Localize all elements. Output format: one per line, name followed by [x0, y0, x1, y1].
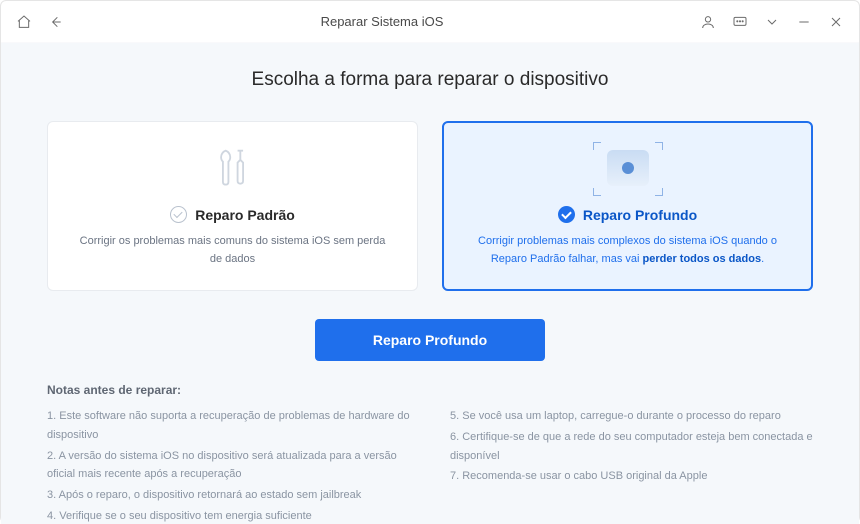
check-circle-filled-icon: [558, 206, 575, 223]
feedback-icon[interactable]: [731, 13, 749, 31]
card-deep-repair[interactable]: Reparo Profundo Corrigir problemas mais …: [442, 121, 813, 291]
back-icon[interactable]: [47, 13, 65, 31]
card-desc: Corrigir problemas mais complexos do sis…: [469, 233, 786, 268]
close-icon[interactable]: [827, 13, 845, 31]
chevron-down-icon[interactable]: [763, 13, 781, 31]
main-content: Escolha a forma para reparar o dispositi…: [1, 43, 859, 524]
tools-icon: [74, 140, 391, 198]
note-item: 4. Verifique se o seu dispositivo tem en…: [47, 507, 410, 524]
card-standard-repair[interactable]: Reparo Padrão Corrigir os problemas mais…: [47, 121, 418, 291]
minimize-icon[interactable]: [795, 13, 813, 31]
check-circle-icon: [170, 206, 187, 223]
desc-bold: perder todos os dados: [643, 253, 762, 265]
window-title: Reparar Sistema iOS: [65, 14, 699, 29]
note-item: 1. Este software não suporta a recuperaç…: [47, 407, 410, 444]
note-item: 6. Certifique-se de que a rede do seu co…: [450, 428, 813, 465]
card-title: Reparo Padrão: [195, 207, 295, 223]
notes-heading: Notas antes de reparar:: [47, 383, 813, 397]
home-icon[interactable]: [15, 13, 33, 31]
titlebar: Reparar Sistema iOS: [1, 1, 859, 43]
repair-button[interactable]: Reparo Profundo: [315, 319, 545, 361]
note-item: 7. Recomenda-se usar o cabo USB original…: [450, 467, 813, 486]
note-item: 2. A versão do sistema iOS no dispositiv…: [47, 447, 410, 484]
note-item: 3. Após o reparo, o dispositivo retornar…: [47, 486, 410, 505]
repair-mode-cards: Reparo Padrão Corrigir os problemas mais…: [47, 121, 813, 291]
user-icon[interactable]: [699, 13, 717, 31]
card-desc: Corrigir os problemas mais comuns do sis…: [74, 233, 391, 268]
page-title: Escolha a forma para reparar o dispositi…: [47, 69, 813, 91]
note-item: 5. Se você usa um laptop, carregue-o dur…: [450, 407, 813, 426]
device-scan-icon: [469, 140, 786, 198]
card-title: Reparo Profundo: [583, 207, 697, 223]
notes-section: 1. Este software não suporta a recuperaç…: [47, 407, 813, 524]
desc-suffix: .: [761, 253, 764, 265]
